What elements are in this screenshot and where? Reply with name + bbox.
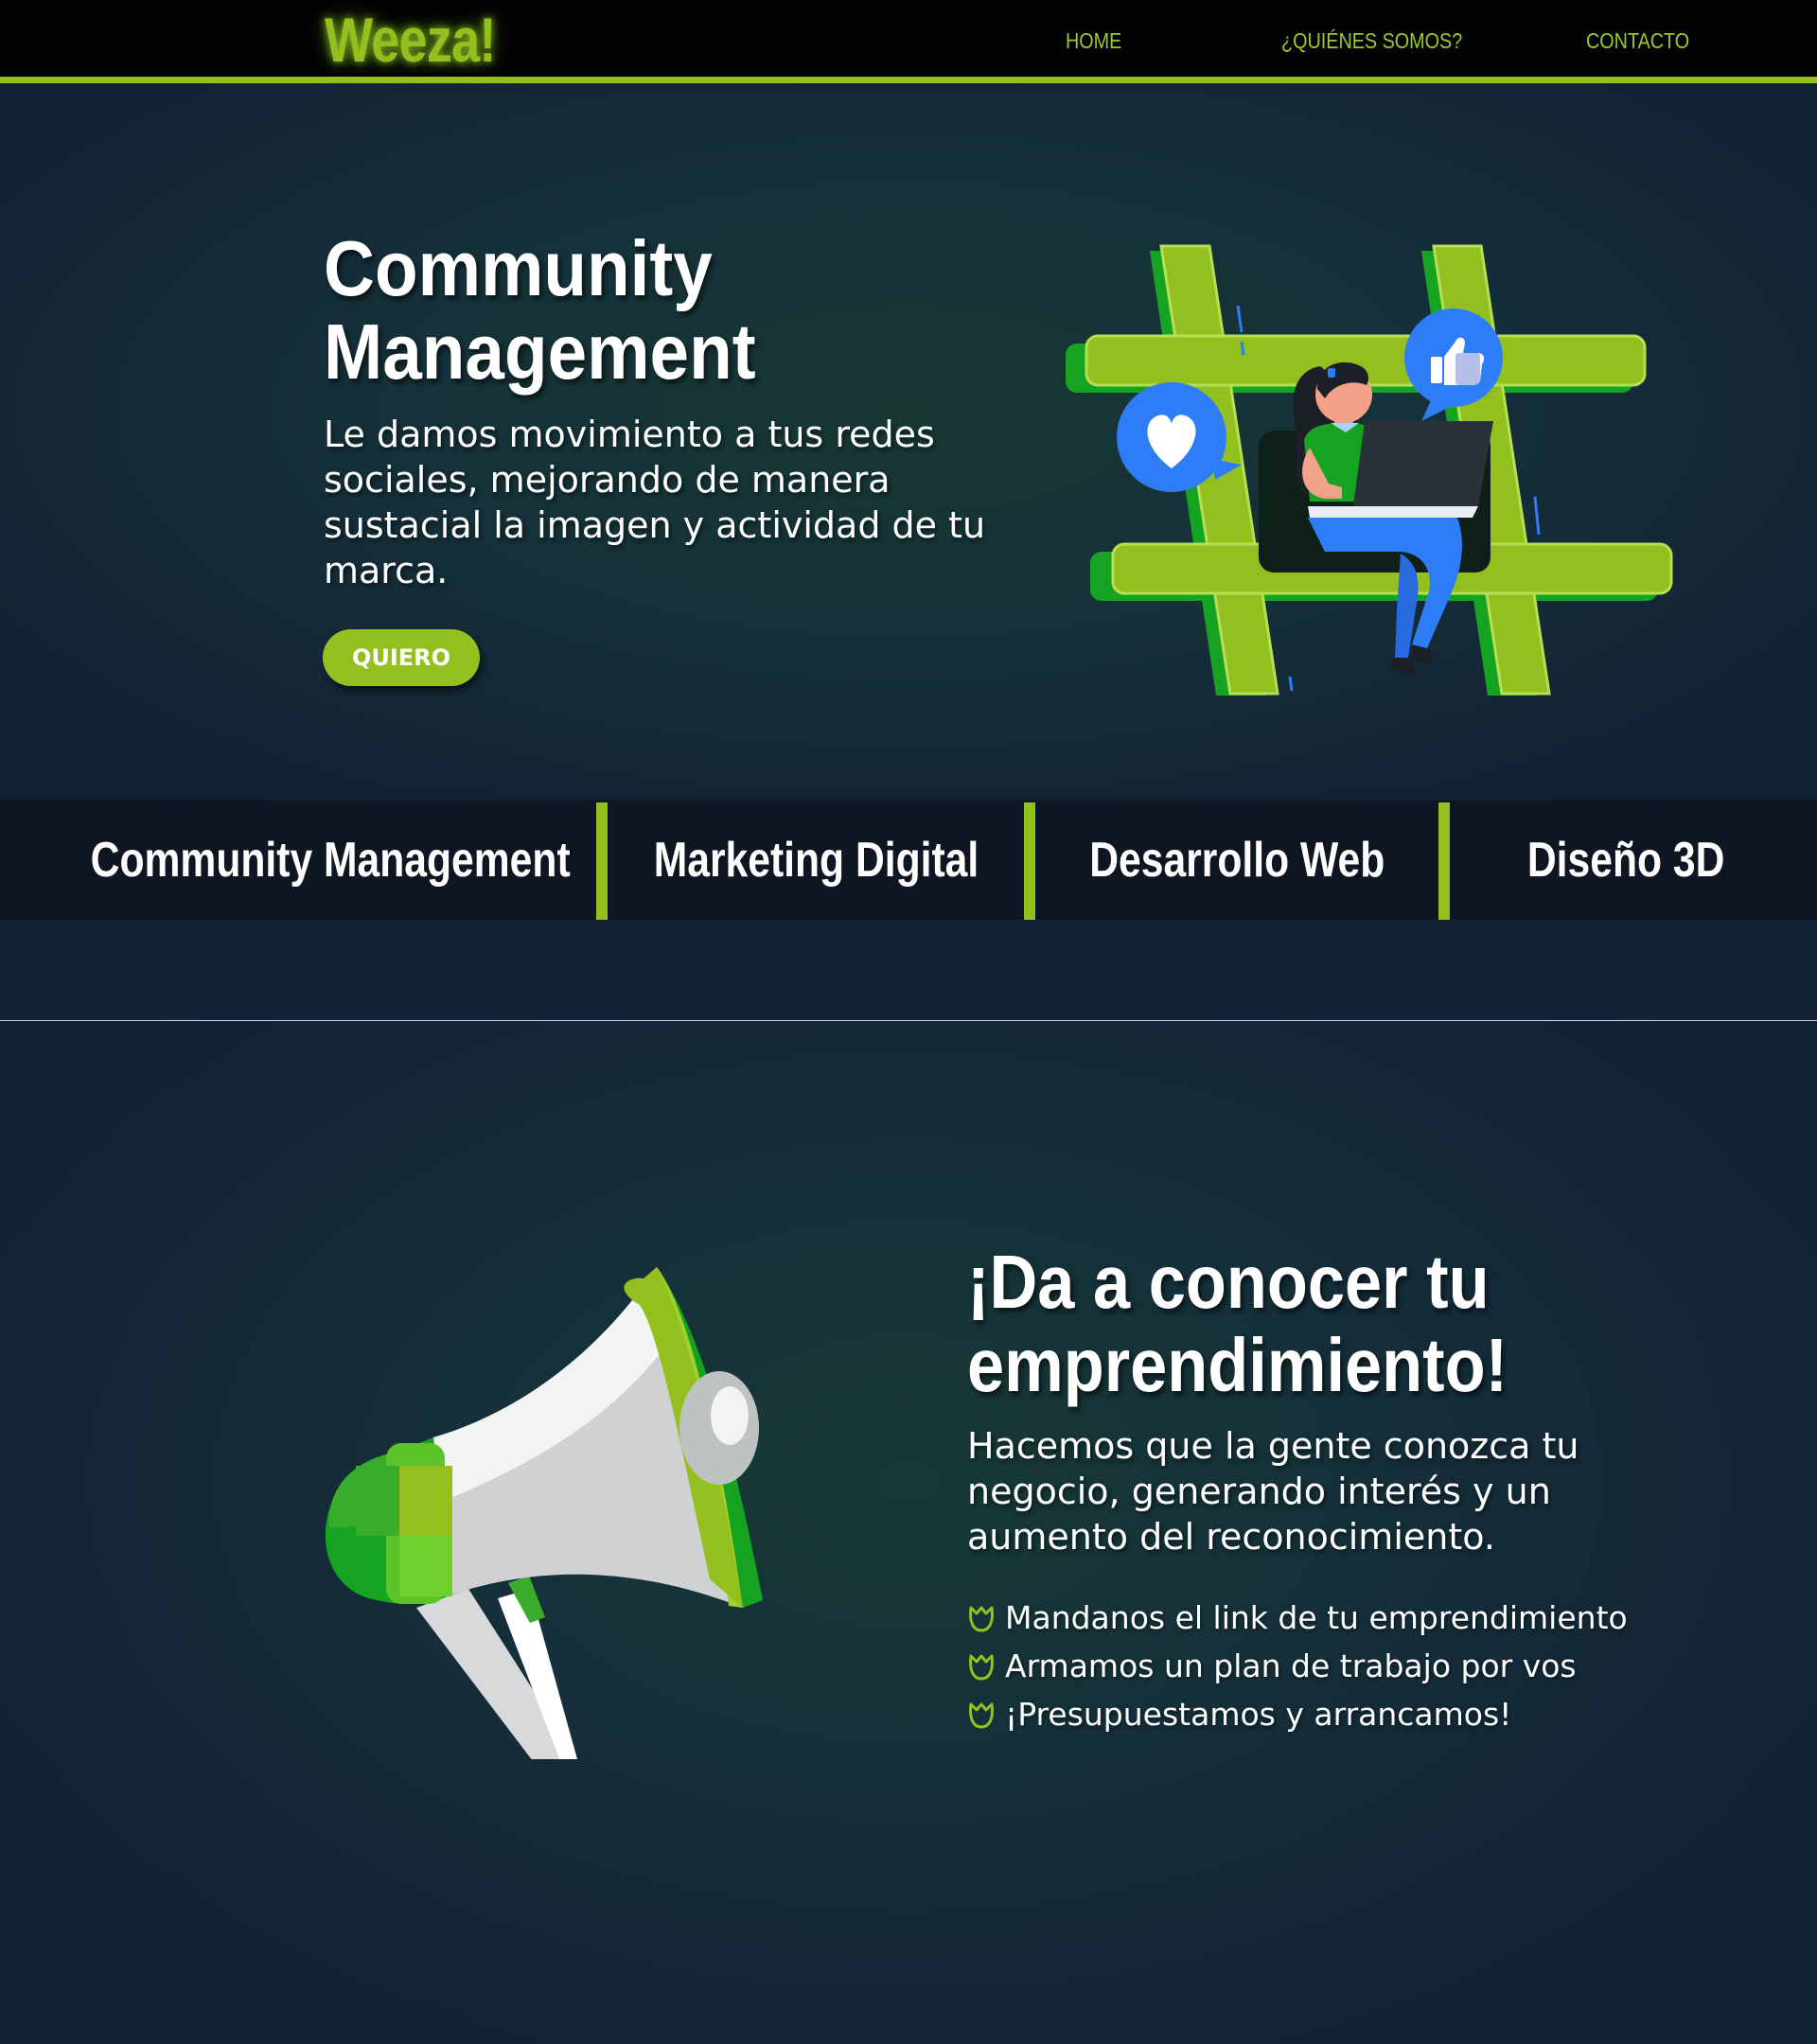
list-item: Armamos un plan de trabajo por vos	[965, 1642, 1722, 1690]
nav-link-home[interactable]: HOME	[1066, 28, 1121, 54]
service-community-management[interactable]: Community Management	[85, 801, 575, 920]
services-bar: Community Management Marketing Digital D…	[0, 801, 1817, 920]
quiero-button[interactable]: QUIERO	[323, 629, 480, 686]
service-divider	[596, 802, 608, 920]
promo-title-line1: ¡Da a conocer tu	[967, 1240, 1490, 1324]
nav-link-contacto[interactable]: CONTACTO	[1586, 28, 1689, 54]
list-item: Mandanos el link de tu emprendimiento	[965, 1594, 1722, 1642]
promo-title-line2: emprendimiento!	[967, 1323, 1508, 1407]
promo-bullet-list: Mandanos el link de tu emprendimiento Ar…	[965, 1594, 1722, 1738]
promo-section: ¡Da a conocer tu emprendimiento! Hacemos…	[0, 1021, 1817, 2044]
tulip-icon	[969, 1654, 994, 1680]
service-marketing-digital[interactable]: Marketing Digital	[608, 801, 1024, 920]
hero-description: Le damos movimiento a tus redes sociales…	[324, 414, 986, 591]
bullet-text: Armamos un plan de trabajo por vos	[1005, 1648, 1577, 1684]
hashtag-woman-laptop-illustration	[1066, 244, 1673, 696]
hero-title-line2: Management	[324, 308, 756, 396]
hero-title: Community Management	[324, 227, 920, 394]
hero-title-line1: Community	[324, 224, 713, 312]
spacer-band	[0, 920, 1817, 1020]
promo-description: Hacemos que la gente conozca tu negocio,…	[967, 1425, 1579, 1558]
service-diseno-3d[interactable]: Diseño 3D	[1450, 801, 1802, 920]
tulip-icon	[969, 1606, 994, 1631]
brand-logo[interactable]: Weeza!	[325, 4, 496, 76]
megaphone-illustration	[325, 1267, 763, 1759]
navbar: Weeza! HOME ¿QUIÉNES SOMOS? CONTACTO	[0, 0, 1817, 83]
list-item: ¡Presupuestamos y arrancamos!	[965, 1690, 1722, 1738]
bullet-text: ¡Presupuestamos y arrancamos!	[1005, 1696, 1512, 1733]
hero-section: Community Management Le damos movimiento…	[0, 90, 1817, 800]
service-divider	[1438, 802, 1450, 920]
service-desarrollo-web[interactable]: Desarrollo Web	[1035, 801, 1438, 920]
nav-link-quienes-somos[interactable]: ¿QUIÉNES SOMOS?	[1281, 28, 1462, 54]
bullet-text: Mandanos el link de tu emprendimiento	[1005, 1599, 1628, 1636]
tulip-icon	[969, 1702, 994, 1728]
service-divider	[1024, 802, 1035, 920]
promo-title: ¡Da a conocer tu emprendimiento!	[967, 1241, 1650, 1407]
